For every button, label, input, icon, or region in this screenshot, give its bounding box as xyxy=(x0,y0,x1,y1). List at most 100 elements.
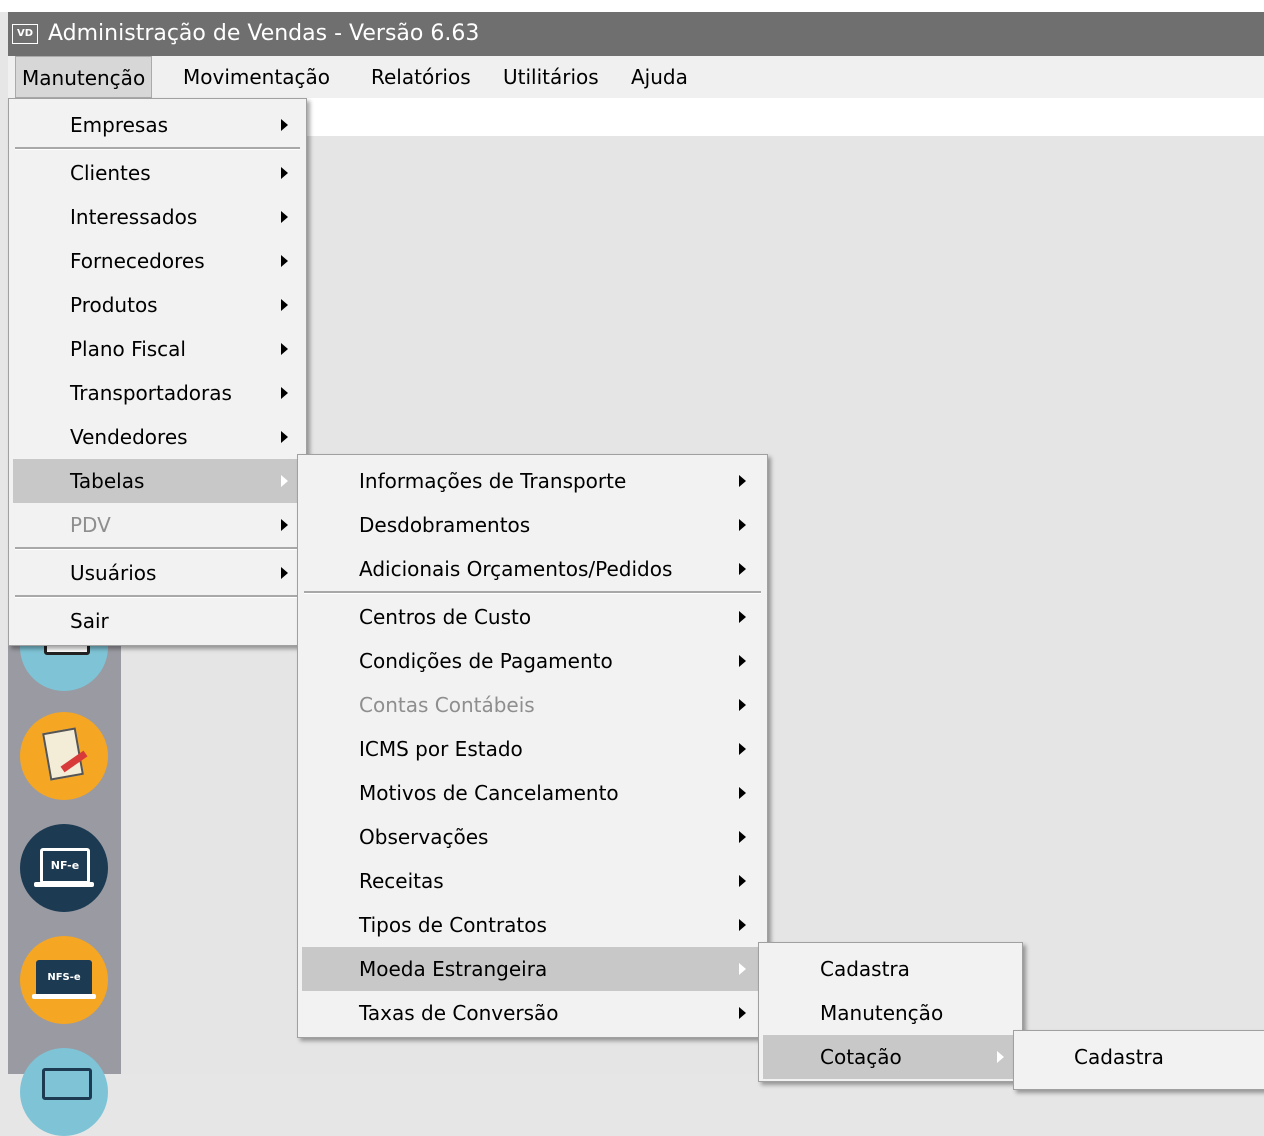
menu-item-observacoes[interactable]: Observações xyxy=(302,815,763,859)
menu-item-interessados[interactable]: Interessados xyxy=(13,195,302,239)
menu-item-icms-estado[interactable]: ICMS por Estado xyxy=(302,727,763,771)
menu-item-label: Produtos xyxy=(70,293,158,317)
submenu-arrow-icon xyxy=(281,343,288,355)
menu-item-label: Receitas xyxy=(359,869,444,893)
menu-item-usuarios[interactable]: Usuários xyxy=(13,551,302,595)
menu-item-desdobramentos[interactable]: Desdobramentos xyxy=(302,503,763,547)
menu-separator xyxy=(15,595,300,598)
submenu-arrow-icon xyxy=(739,1007,746,1019)
menu-item-empresas[interactable]: Empresas xyxy=(13,103,302,147)
menu-item-plano-fiscal[interactable]: Plano Fiscal xyxy=(13,327,302,371)
menu-item-label: Tipos de Contratos xyxy=(359,913,547,937)
manutencao-menu: Empresas Clientes Interessados Fornecedo… xyxy=(8,98,307,646)
menu-item-adicionais-orcamentos[interactable]: Adicionais Orçamentos/Pedidos xyxy=(302,547,763,591)
menu-item-vendedores[interactable]: Vendedores xyxy=(13,415,302,459)
menu-item-label: Tabelas xyxy=(70,469,145,493)
menu-ajuda[interactable]: Ajuda xyxy=(625,56,694,98)
menu-item-label: Vendedores xyxy=(70,425,188,449)
menu-item-label: Condições de Pagamento xyxy=(359,649,613,673)
menu-item-taxas-conversao[interactable]: Taxas de Conversão xyxy=(302,991,763,1035)
menu-item-label: Cadastra xyxy=(1074,1045,1164,1069)
menu-item-clientes[interactable]: Clientes xyxy=(13,151,302,195)
menu-item-informacoes-transporte[interactable]: Informações de Transporte xyxy=(302,459,763,503)
menu-item-label: Interessados xyxy=(70,205,198,229)
menu-bar: Manutenção Movimentação Relatórios Utili… xyxy=(8,56,1264,98)
submenu-arrow-icon xyxy=(739,655,746,667)
app-icon: VD xyxy=(12,24,38,44)
menu-item-label: Cadastra xyxy=(820,957,910,981)
menu-item-label: Sair xyxy=(70,609,109,633)
laptop-base xyxy=(34,882,94,887)
submenu-arrow-icon xyxy=(739,611,746,623)
submenu-arrow-icon xyxy=(739,519,746,531)
submenu-arrow-icon xyxy=(739,787,746,799)
menu-item-label: Centros de Custo xyxy=(359,605,532,629)
monitor-icon[interactable] xyxy=(20,1048,108,1136)
menu-item-label: Adicionais Orçamentos/Pedidos xyxy=(359,557,673,581)
cotacao-submenu: Cadastra xyxy=(1013,1030,1264,1090)
menu-item-label: Observações xyxy=(359,825,489,849)
window-title: Administração de Vendas - Versão 6.63 xyxy=(48,21,480,46)
screen-top-strip xyxy=(0,0,1264,12)
menu-item-label: Fornecedores xyxy=(70,249,205,273)
submenu-arrow-icon xyxy=(739,963,746,975)
menu-separator xyxy=(304,591,761,594)
submenu-arrow-icon xyxy=(739,919,746,931)
nfe-icon[interactable]: NF-e xyxy=(20,824,108,912)
menu-item-centros-custo[interactable]: Centros de Custo xyxy=(302,595,763,639)
submenu-arrow-icon xyxy=(739,699,746,711)
menu-item-label: Clientes xyxy=(70,161,151,185)
menu-movimentacao[interactable]: Movimentação xyxy=(177,56,336,98)
nfe-label: NF-e xyxy=(40,848,90,884)
nfse-label: NFS-e xyxy=(36,960,92,996)
menu-separator xyxy=(15,547,300,550)
menu-item-label: Manutenção xyxy=(820,1001,944,1025)
menu-item-label: Moeda Estrangeira xyxy=(359,957,548,981)
menu-item-transportadoras[interactable]: Transportadoras xyxy=(13,371,302,415)
menu-relatorios[interactable]: Relatórios xyxy=(365,56,477,98)
menu-item-label: Empresas xyxy=(70,113,168,137)
submenu-arrow-icon xyxy=(739,743,746,755)
menu-item-condicoes-pagamento[interactable]: Condições de Pagamento xyxy=(302,639,763,683)
submenu-arrow-icon xyxy=(281,119,288,131)
menu-utilitarios[interactable]: Utilitários xyxy=(497,56,605,98)
menu-item-receitas[interactable]: Receitas xyxy=(302,859,763,903)
menu-item-label: Motivos de Cancelamento xyxy=(359,781,619,805)
menu-item-fornecedores[interactable]: Fornecedores xyxy=(13,239,302,283)
submenu-arrow-icon xyxy=(281,167,288,179)
submenu-arrow-icon xyxy=(281,255,288,267)
menu-item-tipos-contratos[interactable]: Tipos de Contratos xyxy=(302,903,763,947)
menu-item-label: Informações de Transporte xyxy=(359,469,627,493)
menu-item-moeda-cadastra[interactable]: Cadastra xyxy=(763,947,1018,991)
submenu-arrow-icon xyxy=(739,831,746,843)
menu-item-label: Desdobramentos xyxy=(359,513,531,537)
menu-item-moeda-estrangeira[interactable]: Moeda Estrangeira xyxy=(302,947,763,991)
menu-item-label: Usuários xyxy=(70,561,157,585)
menu-item-sair[interactable]: Sair xyxy=(13,599,302,643)
menu-item-label: ICMS por Estado xyxy=(359,737,523,761)
moeda-estrangeira-submenu: Cadastra Manutenção Cotação xyxy=(758,942,1023,1082)
submenu-arrow-icon xyxy=(281,387,288,399)
submenu-arrow-icon xyxy=(281,299,288,311)
menu-item-moeda-manutencao[interactable]: Manutenção xyxy=(763,991,1018,1035)
menu-item-label: Plano Fiscal xyxy=(70,337,186,361)
menu-item-cotacao-cadastra[interactable]: Cadastra xyxy=(1018,1035,1264,1079)
menu-item-produtos[interactable]: Produtos xyxy=(13,283,302,327)
nfse-icon[interactable]: NFS-e xyxy=(20,936,108,1024)
title-bar: VD Administração de Vendas - Versão 6.63 xyxy=(8,12,1264,56)
menu-item-label: Taxas de Conversão xyxy=(359,1001,559,1025)
submenu-arrow-icon xyxy=(281,567,288,579)
menu-item-label: PDV xyxy=(70,513,111,537)
menu-item-contas-contabeis[interactable]: Contas Contábeis xyxy=(302,683,763,727)
laptop-base xyxy=(32,994,96,999)
submenu-arrow-icon xyxy=(281,431,288,443)
menu-item-pdv[interactable]: PDV xyxy=(13,503,302,547)
menu-item-tabelas[interactable]: Tabelas xyxy=(13,459,302,503)
menu-separator xyxy=(15,147,300,150)
submenu-arrow-icon xyxy=(997,1051,1004,1063)
submenu-arrow-icon xyxy=(281,475,288,487)
menu-manutencao[interactable]: Manutenção xyxy=(15,56,153,98)
menu-item-motivos-cancelamento[interactable]: Motivos de Cancelamento xyxy=(302,771,763,815)
contract-edit-icon[interactable] xyxy=(20,712,108,800)
menu-item-cotacao[interactable]: Cotação xyxy=(763,1035,1018,1079)
